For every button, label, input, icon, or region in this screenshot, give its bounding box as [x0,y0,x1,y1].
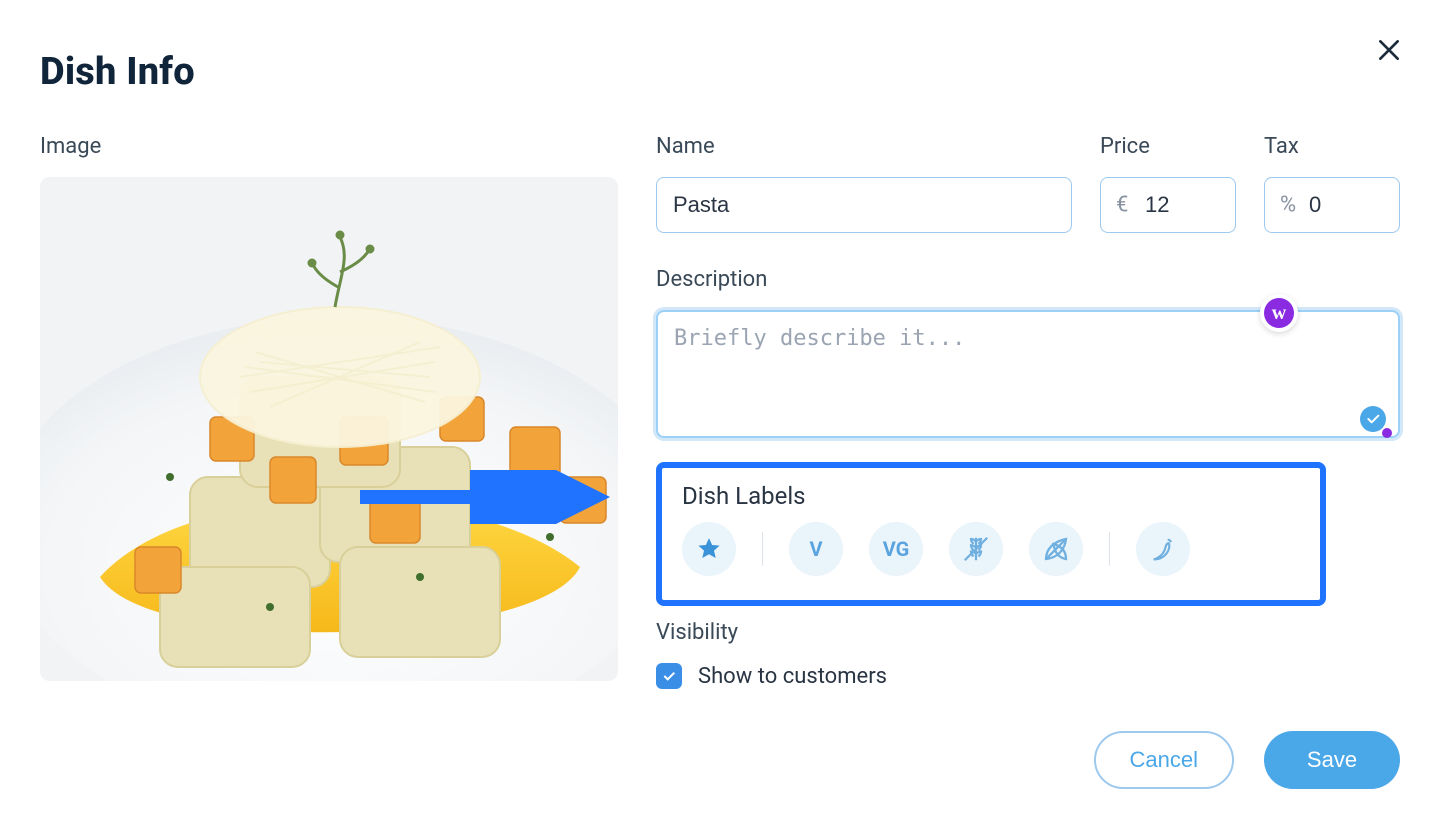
v-text-icon: V [809,537,822,561]
label-special[interactable] [682,522,736,576]
close-icon [1376,37,1402,63]
label-vegetarian[interactable]: V [789,522,843,576]
label-separator [762,532,763,566]
visibility-label: Visibility [656,620,1400,645]
leaf-icon [1041,534,1071,564]
label-vegan[interactable]: VG [869,522,923,576]
visibility-checkbox[interactable] [656,663,682,689]
save-button[interactable]: Save [1264,731,1400,789]
tax-label: Tax [1264,134,1400,159]
tax-input[interactable] [1264,177,1400,233]
price-input[interactable] [1100,177,1236,233]
label-organic[interactable] [1029,522,1083,576]
page-title: Dish Info [40,50,1400,94]
label-spicy[interactable] [1136,522,1190,576]
dish-labels-section: Dish Labels V VG [656,462,1326,606]
chili-icon [1149,535,1177,563]
extension-badge[interactable]: w [1260,294,1298,332]
dish-labels-title: Dish Labels [682,482,1300,510]
name-input[interactable] [656,177,1072,233]
grammar-check-badge[interactable] [1360,406,1390,436]
visibility-checkbox-label: Show to customers [698,664,887,689]
notification-dot-icon [1382,428,1392,438]
label-gluten-free[interactable] [949,522,1003,576]
close-button[interactable] [1372,34,1406,68]
wheat-icon [961,534,991,564]
vg-text-icon: VG [883,537,910,561]
description-label: Description [656,267,1400,292]
price-label: Price [1100,134,1236,159]
check-icon [1360,406,1386,432]
cancel-button[interactable]: Cancel [1094,731,1234,789]
name-label: Name [656,134,1072,159]
w-icon: w [1264,298,1294,328]
image-section-label: Image [40,134,618,159]
label-separator [1109,532,1110,566]
check-icon [661,668,677,684]
dish-image[interactable] [40,177,618,681]
star-icon [696,536,722,562]
